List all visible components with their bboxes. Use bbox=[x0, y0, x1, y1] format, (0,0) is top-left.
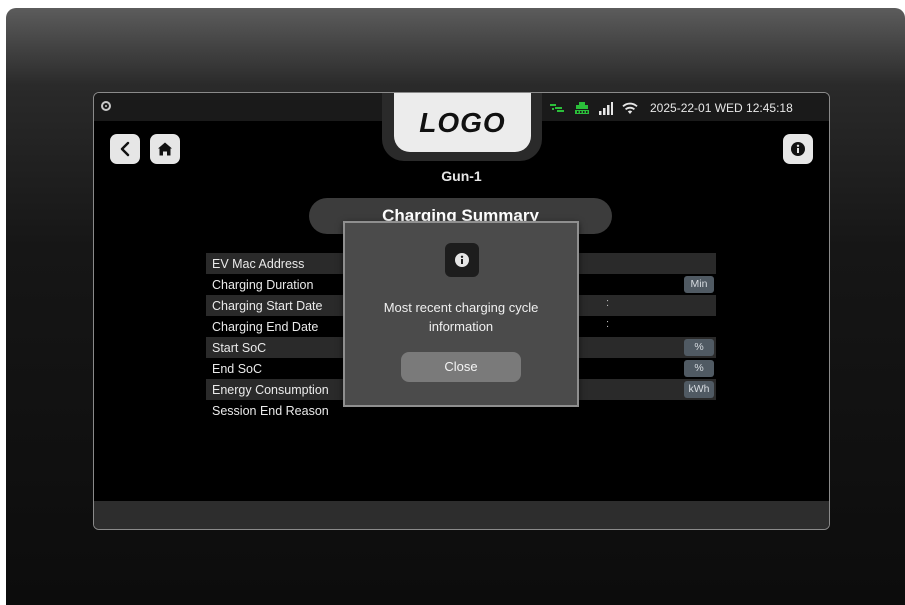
row-separator: : bbox=[606, 297, 610, 309]
camera-icon bbox=[101, 101, 111, 111]
datetime: 2025-22-01 WED 12:45:18 bbox=[650, 101, 793, 115]
info-button[interactable] bbox=[783, 134, 813, 164]
row-separator: : bbox=[606, 318, 610, 330]
bottom-bar bbox=[94, 501, 829, 529]
gun-label: Gun-1 bbox=[441, 168, 482, 184]
row-label: Start SoC bbox=[212, 340, 267, 355]
logo: LOGO bbox=[394, 93, 531, 152]
ethernet-icon bbox=[575, 102, 589, 114]
row-label: Charging Duration bbox=[212, 277, 314, 292]
close-button[interactable]: Close bbox=[401, 352, 521, 382]
unit-badge: % bbox=[684, 339, 714, 356]
wifi-icon bbox=[622, 102, 638, 114]
row-label: EV Mac Address bbox=[212, 256, 305, 271]
charging-plug-icon bbox=[550, 104, 564, 112]
unit-badge: % bbox=[684, 360, 714, 377]
row-label: Charging Start Date bbox=[212, 298, 323, 313]
info-dialog: Most recent charging cycle information C… bbox=[343, 221, 579, 407]
dialog-message: Most recent charging cycle information bbox=[383, 300, 539, 334]
info-icon bbox=[455, 253, 469, 267]
row-label: End SoC bbox=[212, 361, 263, 376]
home-button[interactable] bbox=[150, 134, 180, 164]
signal-bars-icon bbox=[599, 102, 613, 115]
back-button[interactable] bbox=[110, 134, 140, 164]
row-label: Session End Reason bbox=[212, 403, 329, 418]
unit-badge: Min bbox=[684, 276, 714, 293]
row-label: Energy Consumption bbox=[212, 382, 329, 397]
chevron-left-icon bbox=[120, 141, 130, 157]
dialog-info-badge bbox=[445, 243, 479, 277]
home-icon bbox=[158, 142, 172, 156]
status-icons: 2025-22-01 WED 12:45:18 bbox=[549, 99, 793, 117]
row-label: Charging End Date bbox=[212, 319, 319, 334]
info-icon bbox=[791, 142, 805, 156]
unit-badge: kWh bbox=[684, 381, 714, 398]
